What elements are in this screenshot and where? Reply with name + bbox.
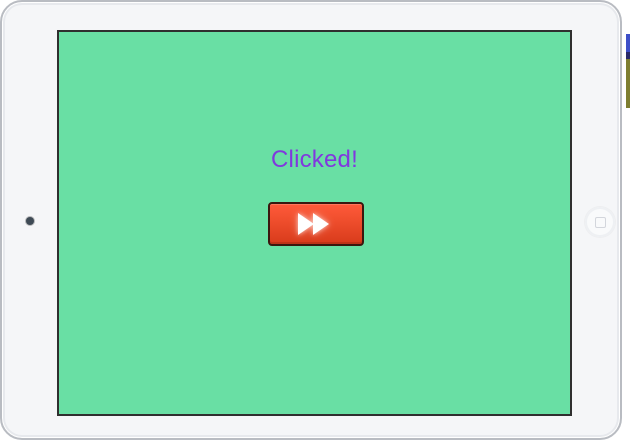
home-icon (594, 216, 606, 228)
tablet-frame: Clicked! (0, 0, 622, 440)
camera-icon (26, 217, 34, 225)
edge-strip (626, 34, 630, 108)
app-screen: Clicked! (57, 30, 572, 416)
fast-forward-button[interactable] (268, 202, 364, 246)
fast-forward-icon (298, 213, 329, 235)
home-button[interactable] (585, 207, 615, 237)
status-text: Clicked! (271, 146, 358, 173)
